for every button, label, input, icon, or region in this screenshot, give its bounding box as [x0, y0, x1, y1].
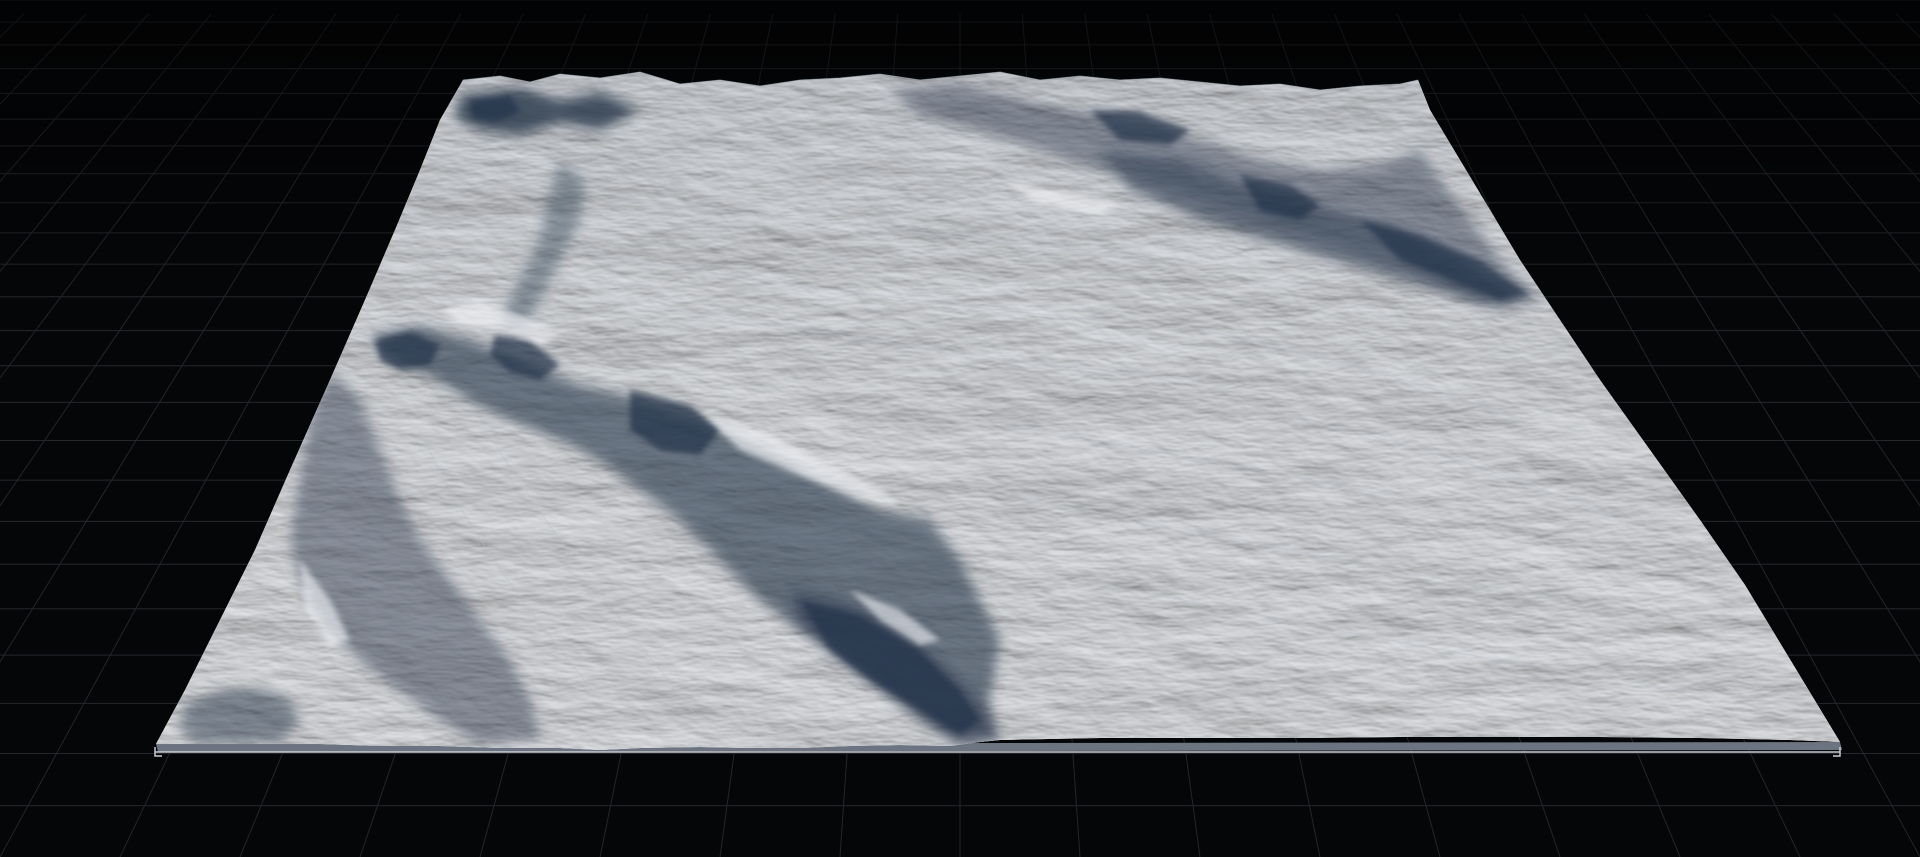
viewport-canvas[interactable] — [0, 0, 1920, 857]
3d-viewport[interactable] — [0, 0, 1920, 857]
